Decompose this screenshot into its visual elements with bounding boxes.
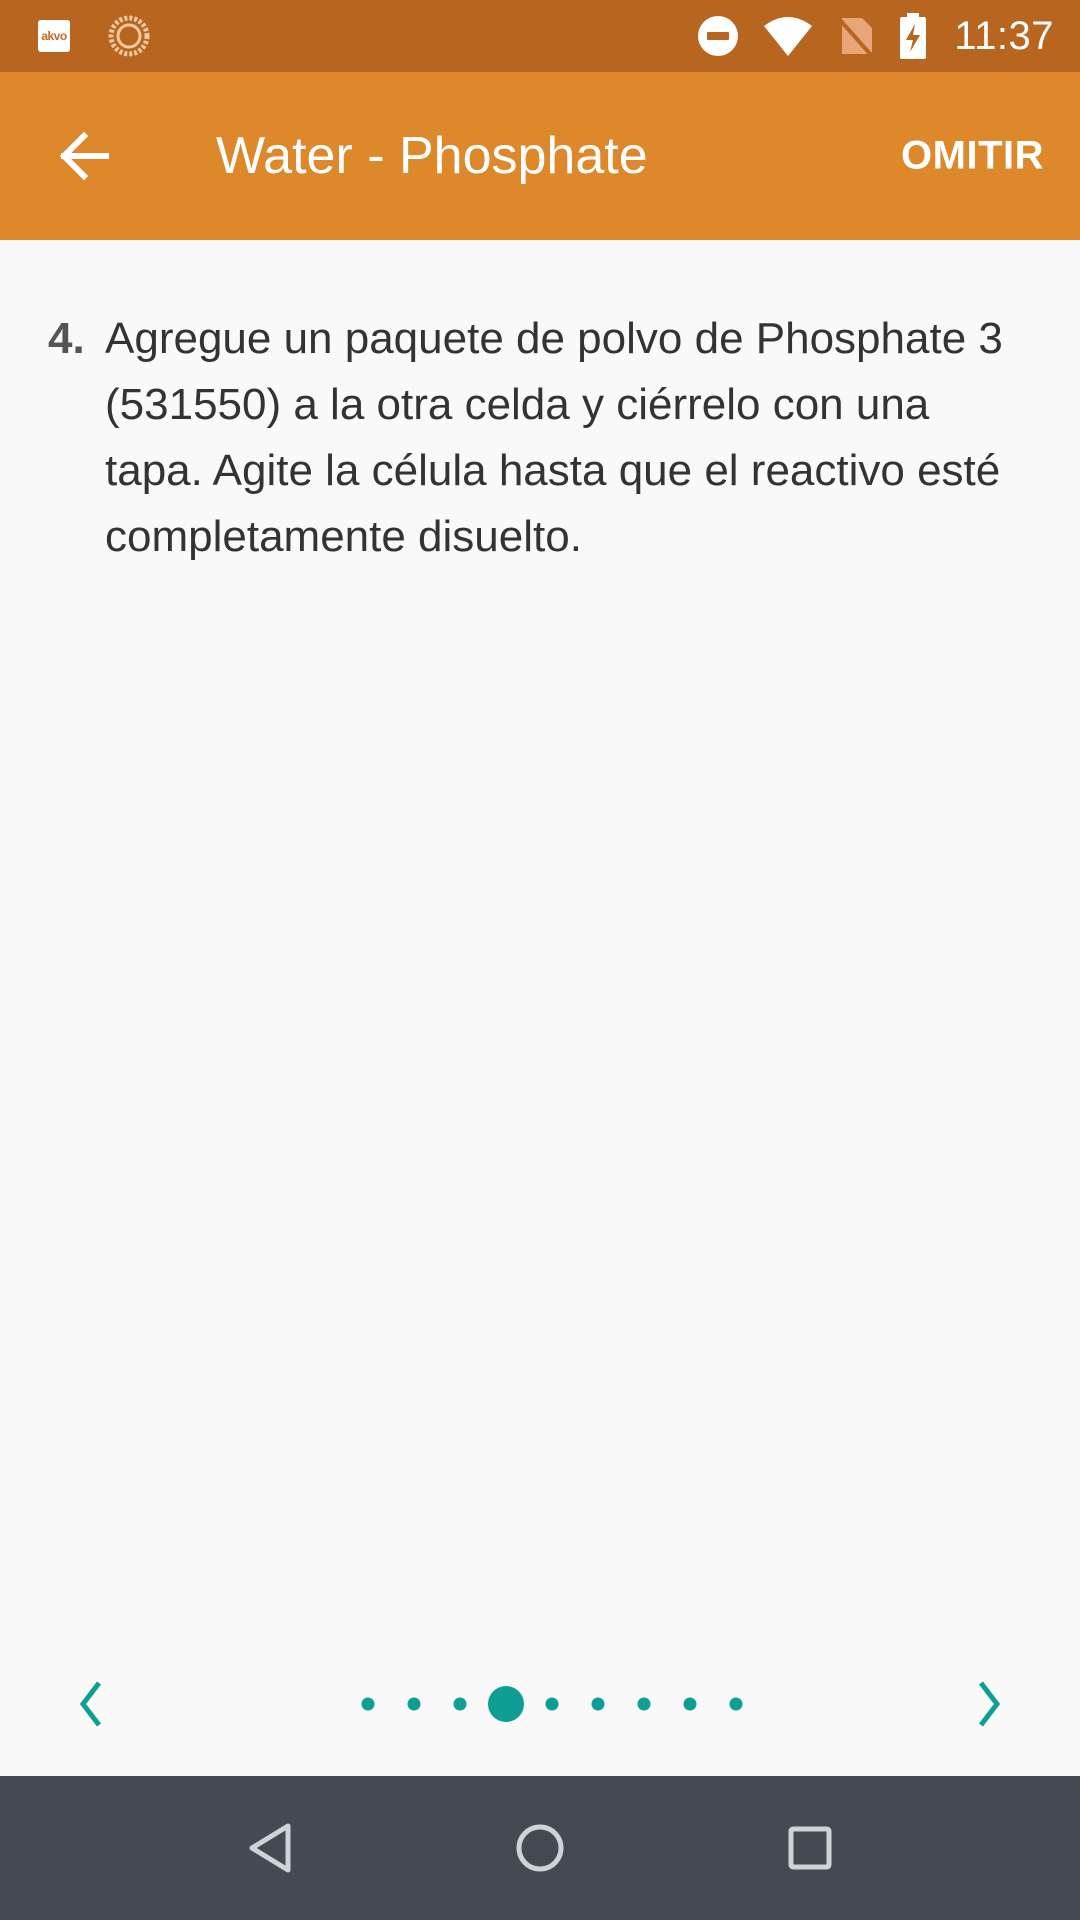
akvo-app-icon-label: akvo — [41, 29, 67, 43]
akvo-app-icon: akvo — [38, 20, 70, 52]
step-number: 4. — [48, 314, 85, 363]
instruction-content: 4. Agregue un paquete de polvo de Phosph… — [0, 240, 1080, 1660]
page-dot-active[interactable] — [488, 1686, 524, 1722]
back-button[interactable] — [48, 120, 120, 192]
system-recents-button[interactable] — [770, 1808, 850, 1888]
system-home-button[interactable] — [500, 1808, 580, 1888]
page-title: Water - Phosphate — [216, 127, 648, 185]
page-dot[interactable] — [453, 1697, 467, 1711]
page-dot[interactable] — [591, 1697, 605, 1711]
instruction-step: 4. Agregue un paquete de polvo de Phosph… — [48, 306, 1032, 570]
chevron-right-icon — [979, 1681, 1001, 1727]
skip-button[interactable]: OMITIR — [901, 134, 1044, 179]
page-dot[interactable] — [729, 1697, 743, 1711]
page-indicator-bar — [0, 1664, 1080, 1744]
arrow-back-icon — [59, 131, 109, 181]
battery-charging-icon — [900, 13, 927, 59]
status-clock: 11:37 — [954, 13, 1054, 58]
sync-icon — [108, 15, 150, 57]
step-text: Agregue un paquete de polvo de Phosphate… — [105, 314, 1003, 561]
app-bar: Water - Phosphate OMITIR — [0, 72, 1080, 240]
triangle-back-icon — [249, 1823, 291, 1873]
square-recents-icon — [788, 1826, 832, 1870]
no-sim-icon — [838, 18, 874, 58]
page-dot[interactable] — [637, 1697, 651, 1711]
circle-home-icon — [516, 1824, 564, 1872]
page-dot[interactable] — [361, 1697, 375, 1711]
screen: akvo 11:37 Water - Phosphate OMITIR 4. A… — [0, 0, 1080, 1920]
system-nav-bar — [0, 1776, 1080, 1920]
page-dot[interactable] — [545, 1697, 559, 1711]
next-page-button[interactable] — [950, 1664, 1030, 1744]
page-dots — [0, 1664, 1080, 1744]
page-dot[interactable] — [683, 1697, 697, 1711]
page-dot[interactable] — [407, 1697, 421, 1711]
wifi-icon — [764, 17, 813, 56]
system-back-button[interactable] — [230, 1808, 310, 1888]
do-not-disturb-icon — [698, 16, 739, 56]
status-bar: akvo 11:37 — [0, 0, 1080, 72]
